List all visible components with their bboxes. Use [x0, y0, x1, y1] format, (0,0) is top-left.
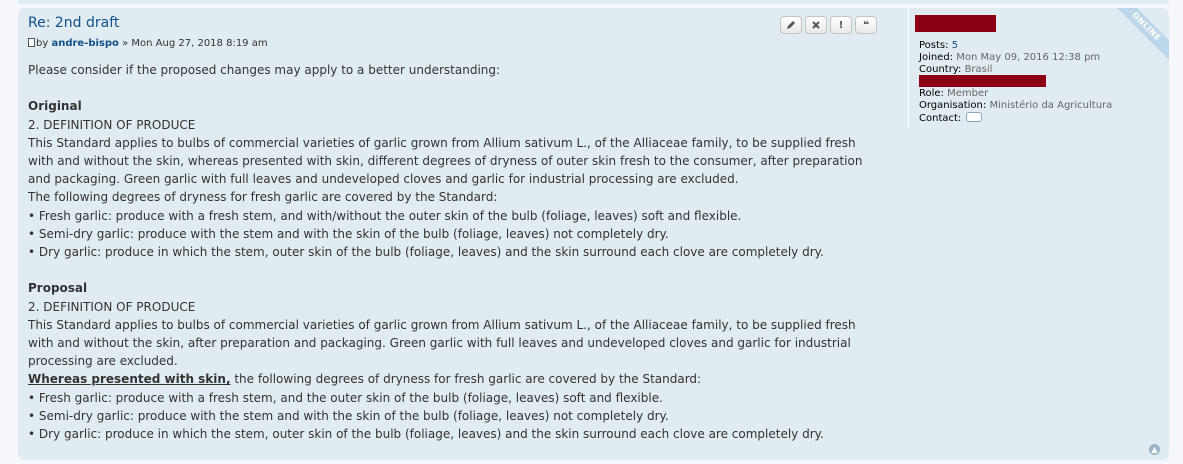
post-byline: by andre-bispo » Mon Aug 27, 2018 8:19 a…: [28, 38, 268, 49]
contact-icon[interactable]: [966, 112, 983, 122]
author-link[interactable]: andre-bispo: [51, 38, 118, 49]
byline-prefix: by: [36, 38, 49, 49]
proposal-bullet: • Dry garlic: produce in which the stem,…: [28, 427, 824, 442]
organisation-row: Organisation: Ministério da Agricultura: [919, 100, 1113, 111]
proposal-paragraph-2-rest: the following degrees of dryness for fre…: [230, 372, 702, 387]
role-value: Member: [947, 88, 989, 99]
proposal-heading: Proposal: [28, 281, 88, 296]
post-content: Please consider if the proposed changes …: [28, 61, 878, 443]
edit-button[interactable]: [780, 16, 802, 34]
back-to-top-icon[interactable]: ▲: [1149, 444, 1160, 455]
proposal-section: 2. DEFINITION OF PRODUCE: [28, 299, 196, 314]
redacted-field: [919, 75, 1046, 87]
report-button[interactable]: !: [830, 16, 852, 34]
proposal-paragraph-2: Whereas presented with skin, the followi…: [28, 370, 878, 388]
organisation-value: Ministério da Agricultura: [989, 100, 1113, 111]
forum-post: Re: 2nd draft by andre-bispo » Mon Aug 2…: [18, 8, 1169, 460]
post-actions: ! ❝: [780, 16, 877, 34]
posts-row: Posts: 5: [919, 40, 959, 51]
original-bullet: • Semi-dry garlic: produce with the stem…: [28, 226, 669, 241]
pencil-icon: [787, 21, 795, 29]
proposal-bullet: • Semi-dry garlic: produce with the stem…: [28, 408, 669, 423]
original-paragraph-1: This Standard applies to bulbs of commer…: [28, 135, 863, 187]
original-section: 2. DEFINITION OF PRODUCE: [28, 117, 196, 132]
role-row: Role: Member: [919, 88, 989, 99]
original-bullet: • Dry garlic: produce in which the stem,…: [28, 245, 824, 260]
post-date: » Mon Aug 27, 2018 8:19 am: [122, 38, 268, 49]
intro-text: Please consider if the proposed changes …: [28, 63, 501, 77]
exclamation-icon: !: [838, 19, 844, 31]
original-bullet: • Fresh garlic: produce with a fresh ste…: [28, 208, 742, 223]
redacted-username: [915, 15, 996, 32]
delete-button[interactable]: [805, 16, 827, 34]
joined-row: Joined: Mon May 09, 2016 12:38 pm: [919, 52, 1101, 63]
quote-icon: ❝: [863, 19, 869, 31]
post-icon[interactable]: [28, 38, 35, 47]
post-title[interactable]: Re: 2nd draft: [28, 15, 119, 31]
original-heading: Original: [28, 99, 82, 114]
previous-post-edge: [18, 0, 1169, 4]
posts-count-link[interactable]: 5: [952, 40, 958, 51]
author-profile: Posts: 5 Joined: Mon May 09, 2016 12:38 …: [908, 8, 1169, 128]
proposal-bullet: • Fresh garlic: produce with a fresh ste…: [28, 390, 663, 405]
close-icon: [812, 21, 820, 29]
joined-value: Mon May 09, 2016 12:38 pm: [956, 52, 1101, 63]
country-value: Brasil: [964, 64, 993, 75]
quote-button[interactable]: ❝: [855, 16, 877, 34]
proposal-underlined-text: Whereas presented with skin,: [28, 372, 231, 387]
original-paragraph-2: The following degrees of dryness for fre…: [28, 190, 498, 205]
proposal-paragraph-1: This Standard applies to bulbs of commer…: [28, 317, 856, 369]
contact-row: Contact:: [919, 112, 983, 125]
